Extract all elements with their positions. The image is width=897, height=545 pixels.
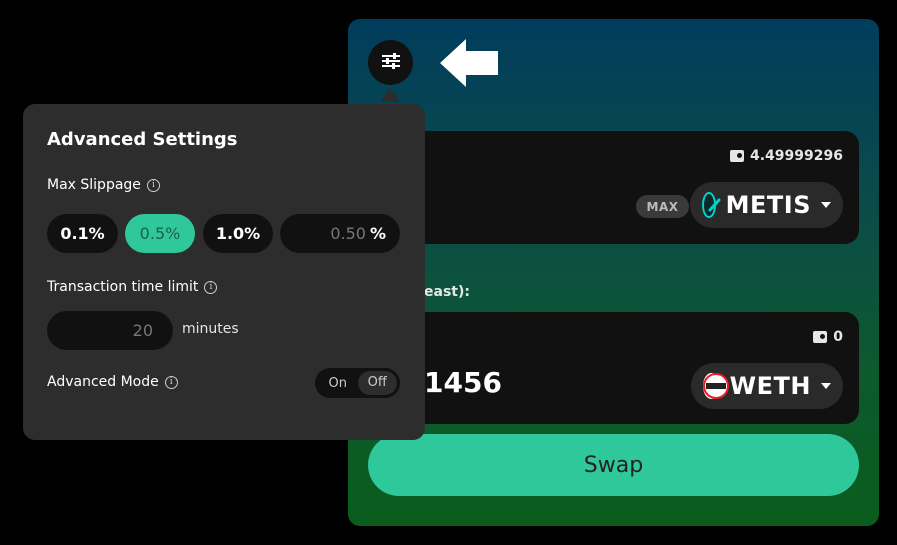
info-icon[interactable]: i bbox=[164, 375, 178, 389]
slippage-option-0-1[interactable]: 0.1% bbox=[47, 214, 118, 253]
chevron-down-icon bbox=[821, 202, 831, 208]
to-balance: 0 bbox=[813, 329, 843, 345]
custom-slippage-input[interactable]: 0.50 % bbox=[280, 214, 400, 253]
minutes-label: minutes bbox=[182, 321, 239, 337]
sliders-icon bbox=[380, 52, 402, 74]
wallet-icon bbox=[813, 331, 828, 343]
from-token-label: METIS bbox=[725, 191, 811, 219]
to-label: east): bbox=[424, 284, 470, 300]
custom-slippage-placeholder: 0.50 bbox=[330, 224, 366, 243]
arrow-left-icon bbox=[438, 37, 500, 93]
percent-symbol: % bbox=[369, 224, 386, 243]
to-amount: 1456 bbox=[424, 366, 502, 399]
max-button[interactable]: MAX bbox=[636, 195, 689, 218]
time-limit-label: Transaction time limit bbox=[47, 279, 199, 295]
advanced-mode-label: Advanced Mode bbox=[47, 374, 159, 390]
wallet-icon bbox=[730, 150, 744, 162]
advanced-mode-row: Advanced Mode i bbox=[47, 374, 178, 390]
time-limit-placeholder: 20 bbox=[132, 321, 153, 340]
max-slippage-label: Max Slippage bbox=[47, 177, 141, 193]
from-token-select[interactable]: METIS bbox=[690, 182, 843, 228]
from-balance: 4.49999296 bbox=[730, 148, 843, 164]
weth-token-icon bbox=[703, 373, 729, 399]
to-token-select[interactable]: WETH bbox=[691, 363, 843, 409]
settings-button[interactable] bbox=[368, 40, 413, 85]
toggle-off-option[interactable]: Off bbox=[357, 371, 397, 395]
toggle-on-option[interactable]: On bbox=[318, 376, 358, 391]
chevron-down-icon bbox=[821, 383, 831, 389]
popup-title: Advanced Settings bbox=[47, 129, 238, 150]
to-token-label: WETH bbox=[729, 372, 811, 400]
time-limit-row: Transaction time limit i bbox=[47, 279, 218, 295]
max-slippage-row: Max Slippage i bbox=[47, 177, 160, 193]
swap-button[interactable]: Swap bbox=[368, 434, 859, 496]
info-icon[interactable]: i bbox=[204, 280, 218, 294]
advanced-mode-toggle[interactable]: On Off bbox=[315, 368, 400, 398]
time-limit-input[interactable]: 20 bbox=[47, 311, 173, 350]
popup-caret bbox=[380, 88, 400, 102]
slippage-option-0-5[interactable]: 0.5% bbox=[125, 214, 195, 253]
info-icon[interactable]: i bbox=[146, 178, 160, 192]
metis-token-icon bbox=[702, 192, 721, 218]
slippage-option-1-0[interactable]: 1.0% bbox=[203, 214, 273, 253]
